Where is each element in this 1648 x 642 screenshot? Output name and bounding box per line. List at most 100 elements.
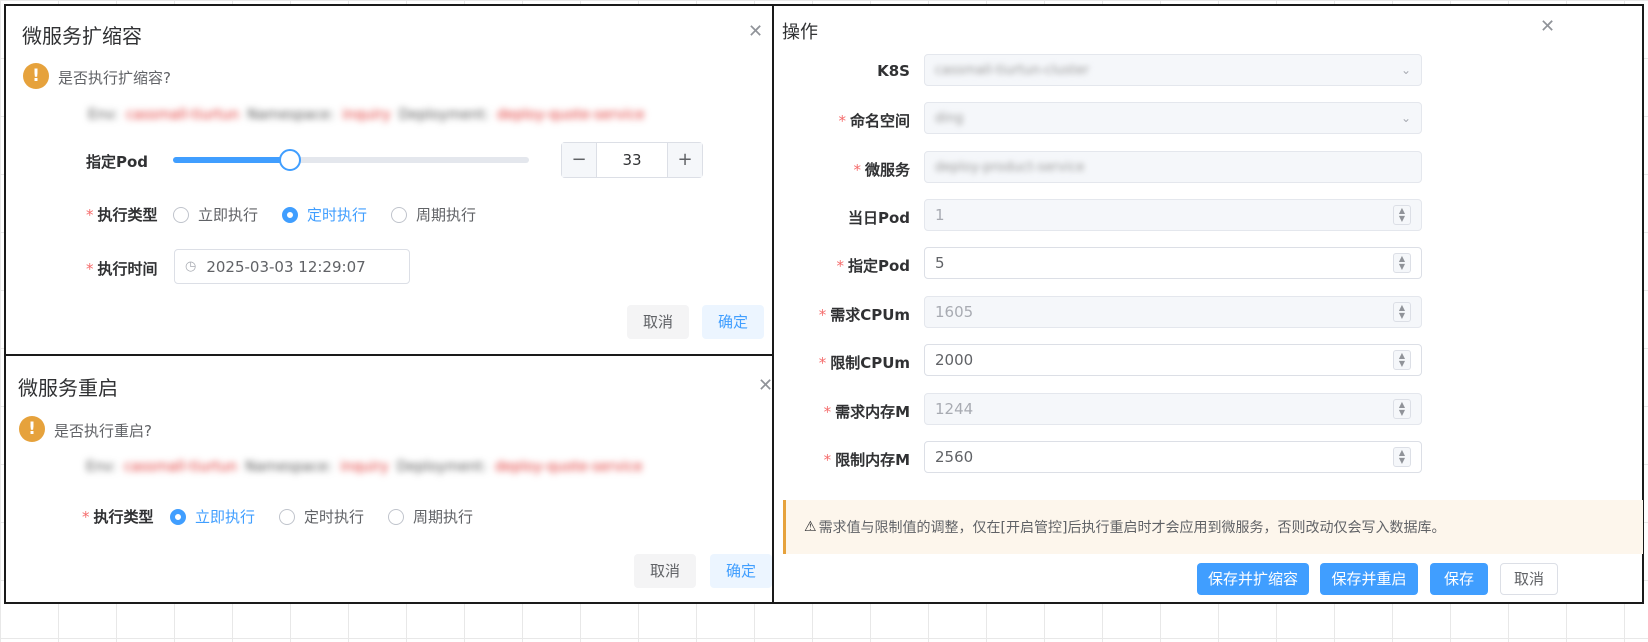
close-icon[interactable]: ✕	[758, 377, 773, 395]
namespace-label-text: 命名空间	[849, 112, 910, 130]
radio-periodic[interactable]: 周期执行	[391, 204, 476, 225]
save-and-scale-button[interactable]: 保存并扩缩容	[1197, 563, 1309, 595]
required-mark: *	[86, 206, 94, 224]
save-and-restart-button[interactable]: 保存并重启	[1320, 563, 1418, 595]
close-icon[interactable]: ✕	[1540, 18, 1555, 36]
k8s-label: K8S	[877, 62, 910, 80]
spinner-icon[interactable]: ▲ ▼	[1393, 205, 1411, 225]
scale-dialog: 微服务扩缩容 ✕ ! 是否执行扩缩容? Env: cassmall-tiurtu…	[4, 4, 774, 356]
required-mark: *	[823, 451, 832, 469]
chevron-down-icon: ⌄	[1400, 63, 1411, 77]
adjust-warning-text: 需求值与限制值的调整，仅在[开启管控]后执行重启时才会应用到微服务，否则改动仅会…	[818, 520, 1446, 536]
radio-immediate-label: 立即执行	[195, 508, 256, 526]
spinner-icon[interactable]: ▲ ▼	[1393, 350, 1411, 370]
pod-stepper: − 33 +	[561, 142, 703, 178]
exec-time-label-text: 执行时间	[97, 260, 158, 278]
radio-periodic[interactable]: 周期执行	[388, 506, 473, 527]
current-pod-input[interactable]: 1 ▲ ▼	[924, 199, 1422, 231]
spinner-icon[interactable]: ▲ ▼	[1393, 302, 1411, 322]
save-button[interactable]: 保存	[1430, 563, 1488, 595]
req-cpu-label-text: 需求CPUm	[830, 306, 910, 324]
service-value: deploy-product-service	[935, 159, 1085, 175]
target-pod-label-text: 指定Pod	[847, 257, 910, 275]
radio-dot	[279, 508, 296, 525]
restart-info-row: Env: cassmall-tiurtun Namespace: inquiry…	[86, 459, 643, 475]
spinner-icon[interactable]: ▲ ▼	[1393, 253, 1411, 273]
info-namespace-value: inquiry	[342, 107, 391, 123]
cancel-button[interactable]: 取消	[634, 554, 696, 588]
current-pod-label: 当日Pod	[847, 209, 910, 227]
radio-dot	[170, 508, 186, 525]
req-mem-value: 1244	[935, 400, 974, 418]
radio-dot	[282, 206, 299, 223]
required-mark: *	[82, 508, 90, 526]
limit-cpu-label-text: 限制CPUm	[830, 354, 910, 372]
info-deployment-key: Deployment:	[396, 459, 488, 475]
service-label-text: 微服务	[864, 161, 910, 179]
radio-scheduled-label: 定时执行	[304, 508, 365, 526]
info-deployment-value: deploy-quote-service	[495, 459, 643, 475]
radio-dot	[391, 206, 408, 223]
req-mem-input[interactable]: 1244 ▲ ▼	[924, 393, 1422, 425]
info-env-key: Env:	[88, 107, 118, 123]
scale-dialog-title: 微服务扩缩容	[22, 24, 142, 48]
ops-dialog-title: 操作	[782, 22, 818, 43]
required-mark: *	[818, 306, 827, 324]
radio-scheduled-label: 定时执行	[307, 206, 368, 224]
spinner-icon[interactable]: ▲ ▼	[1393, 447, 1411, 467]
spinner-icon[interactable]: ▲ ▼	[1393, 399, 1411, 419]
info-env-key: Env:	[86, 459, 116, 475]
target-pod-input[interactable]: 5 ▲ ▼	[924, 247, 1422, 279]
clock-icon: ◷	[185, 259, 197, 274]
limit-cpu-input[interactable]: 2000 ▲ ▼	[924, 344, 1422, 376]
radio-immediate[interactable]: 立即执行	[173, 204, 258, 225]
radio-scheduled[interactable]: 定时执行	[282, 204, 367, 225]
limit-mem-label-text: 限制内存M	[835, 451, 910, 469]
service-label: * 微服务	[853, 159, 910, 180]
pod-slider-thumb[interactable]	[279, 149, 301, 171]
warning-triangle-icon: ⚠	[804, 519, 817, 535]
required-mark: *	[853, 161, 861, 179]
close-icon[interactable]: ✕	[748, 23, 763, 41]
namespace-label: * 命名空间	[838, 110, 910, 131]
radio-immediate-label: 立即执行	[198, 206, 259, 224]
exec-time-picker[interactable]: ◷ 2025-03-03 12:29:07	[174, 249, 410, 284]
radio-periodic-label: 周期执行	[416, 206, 477, 224]
info-namespace-value: inquiry	[340, 459, 389, 475]
pod-stepper-value[interactable]: 33	[596, 143, 668, 177]
pod-label: 指定Pod	[86, 153, 149, 171]
pod-slider-fill	[173, 157, 290, 163]
increment-button[interactable]: +	[668, 143, 702, 177]
req-cpu-label: * 需求CPUm	[819, 304, 910, 325]
namespace-select[interactable]: ding ⌄	[924, 102, 1422, 134]
cancel-button[interactable]: 取消	[1500, 563, 1558, 595]
radio-immediate[interactable]: 立即执行	[170, 506, 255, 527]
exec-time-label: * 执行时间	[86, 258, 158, 279]
cancel-button[interactable]: 取消	[627, 305, 689, 339]
radio-scheduled[interactable]: 定时执行	[279, 506, 364, 527]
k8s-select[interactable]: cassmall-tiurtun-cluster ⌄	[924, 54, 1422, 86]
adjust-warning-alert: ⚠ 需求值与限制值的调整，仅在[开启管控]后执行重启时才会应用到微服务，否则改动…	[783, 500, 1643, 554]
decrement-button[interactable]: −	[562, 143, 596, 177]
required-mark: *	[823, 403, 832, 421]
limit-mem-label: * 限制内存M	[824, 449, 910, 470]
info-env-value: cassmall-tiurtun	[125, 107, 240, 123]
confirm-button[interactable]: 确定	[702, 305, 764, 339]
scale-question: 是否执行扩缩容?	[58, 69, 171, 87]
radio-dot	[173, 206, 189, 223]
limit-cpu-value: 2000	[935, 351, 974, 369]
confirm-button[interactable]: 确定	[710, 554, 772, 588]
k8s-value: cassmall-tiurtun-cluster	[935, 62, 1089, 78]
warning-icon: !	[23, 63, 49, 89]
info-deployment-value: deploy-quote-service	[497, 107, 645, 123]
info-deployment-key: Deployment:	[398, 107, 490, 123]
service-input[interactable]: deploy-product-service	[924, 151, 1422, 183]
req-cpu-value: 1605	[935, 303, 974, 321]
req-mem-label-text: 需求内存M	[835, 403, 910, 421]
exec-type-label-text: 执行类型	[97, 206, 158, 224]
req-mem-label: * 需求内存M	[824, 401, 910, 422]
req-cpu-input[interactable]: 1605 ▲ ▼	[924, 296, 1422, 328]
limit-mem-input[interactable]: 2560 ▲ ▼	[924, 441, 1422, 473]
required-mark: *	[818, 354, 827, 372]
exec-type-label: * 执行类型	[86, 204, 158, 225]
